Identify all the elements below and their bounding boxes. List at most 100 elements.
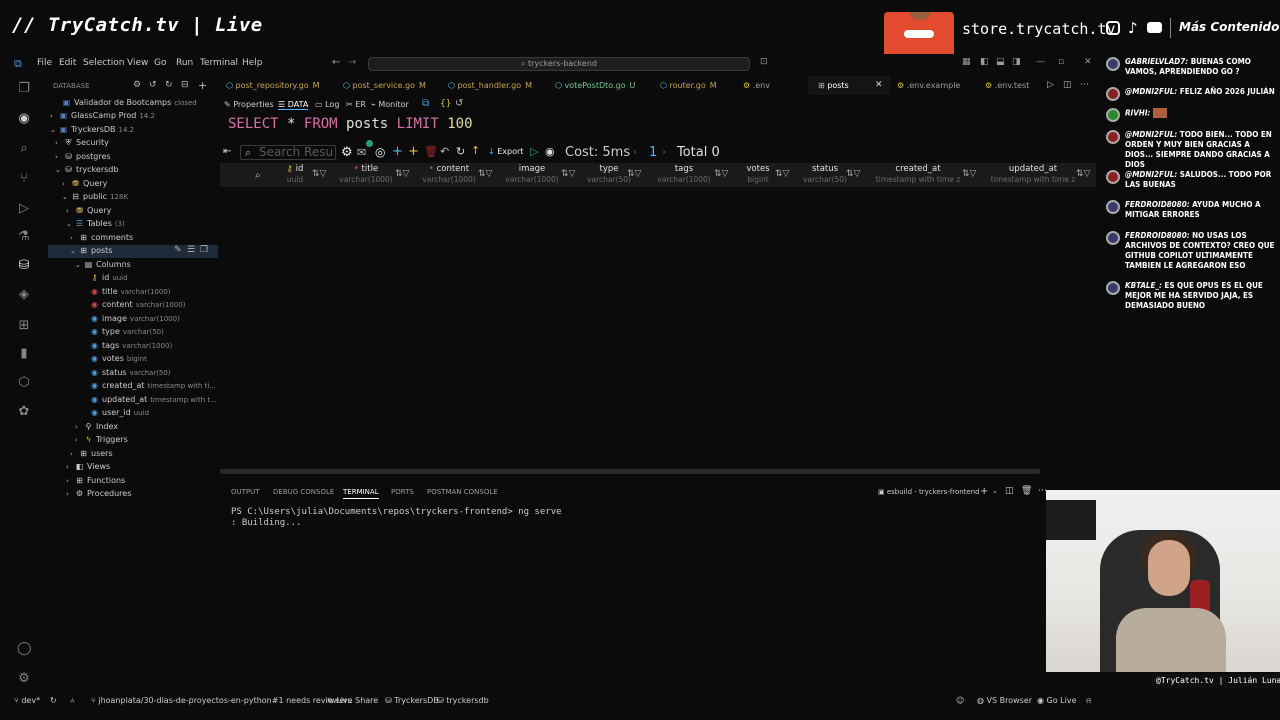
tree-item-query[interactable]: › ⛃ Query [62, 179, 107, 188]
new-terminal-icon[interactable]: + [980, 486, 988, 497]
column-updated-at[interactable]: ◉ updated_at timestamp with t... [90, 395, 217, 404]
tree-item-tryckersdb[interactable]: ⌄ ⛁ tryckersdb [55, 165, 118, 174]
tab-post-service[interactable]: ⬡ post_service.go M [343, 81, 426, 90]
sort-filter-icon[interactable]: ⇅▽ [962, 169, 976, 179]
status-go-live[interactable]: ◉ Go Live [1037, 696, 1077, 705]
tab-router[interactable]: ⬡ router.go M [660, 81, 717, 90]
minimize-icon[interactable]: — [1036, 57, 1045, 67]
panel-tab-terminal[interactable]: TERMINAL [343, 488, 379, 499]
column-header-updated-at[interactable]: updated_at timestamp with time z [987, 164, 1079, 184]
tree-item-index[interactable]: › ⚲ Index [75, 422, 118, 431]
column-content[interactable]: ◉ content varchar(1000) [90, 300, 186, 309]
column-title[interactable]: ◉ title varchar(1000) [90, 287, 171, 296]
tree-item-public-query[interactable]: › ⛃ Query [66, 206, 111, 215]
split-terminal-icon[interactable]: ◫ [1005, 486, 1014, 496]
split-editor-icon[interactable]: ◫ [1063, 80, 1072, 90]
source-control-icon[interactable]: ⑂ [17, 172, 31, 186]
column-header-type[interactable]: type varchar(50) [585, 164, 633, 184]
tree-item-validador[interactable]: ▣ Validador de Bootcamps closed [62, 98, 197, 107]
sort-filter-icon[interactable]: ⇅▽ [312, 169, 326, 179]
search-icon[interactable]: ⌕ [17, 142, 31, 156]
layout-icon[interactable]: ▦ [962, 57, 971, 67]
menu-view[interactable]: View [127, 58, 148, 68]
status-pull-request[interactable]: ⑂ jhoanplata/30-dias-de-proyectos-en-pyt… [91, 696, 352, 705]
settings-icon[interactable]: ⚙ [133, 80, 141, 90]
tree-item-columns[interactable]: ⌄ ▤ Columns [75, 260, 131, 269]
tab-posts[interactable]: ⊞ posts [818, 81, 849, 90]
tab-env-test[interactable]: ⚙ .env.test [985, 81, 1029, 90]
maximize-icon[interactable]: ▫ [1058, 57, 1064, 67]
container-icon[interactable]: ⬡ [17, 376, 31, 390]
panel-tab-debug-console[interactable]: DEBUG CONSOLE [273, 488, 334, 496]
layers-icon[interactable]: ◈ [17, 288, 31, 302]
undo-icon[interactable]: ↶ [440, 145, 449, 158]
notebook-icon[interactable]: ▮ [17, 347, 31, 361]
gear-icon[interactable]: ⚙ [17, 672, 31, 686]
tab-env[interactable]: ⚙ .env [743, 81, 770, 90]
delete-icon[interactable]: 🗑 [424, 145, 438, 158]
column-image[interactable]: ◉ image varchar(1000) [90, 314, 180, 323]
menu-run[interactable]: Run [176, 58, 193, 68]
tab-post-handler[interactable]: ⬡ post_handler.go M [448, 81, 532, 90]
eye-icon[interactable]: ◉ [545, 145, 555, 158]
column-type[interactable]: ◉ type varchar(50) [90, 327, 164, 336]
status-branch[interactable]: ⑂ dev* [14, 696, 40, 705]
run-icon[interactable]: ▷ [17, 202, 31, 216]
pull-request-icon[interactable]: ⑃ [70, 696, 75, 705]
column-tags[interactable]: ◉ tags varchar(1000) [90, 341, 172, 350]
column-header-id[interactable]: ⚷ id uuid [280, 164, 310, 184]
sort-filter-icon[interactable]: ⇅▽ [775, 169, 789, 179]
column-header-content[interactable]: • content varchar(1000) [419, 164, 479, 184]
sort-filter-icon[interactable]: ⇅▽ [1076, 169, 1090, 179]
forward-arrow-icon[interactable]: → [348, 57, 356, 68]
search-results-input[interactable]: ⌕ Search Resu [240, 145, 336, 160]
history-icon[interactable]: ↺ [149, 80, 157, 90]
menu-terminal[interactable]: Terminal [200, 58, 238, 68]
tab-env-example[interactable]: ⚙ .env.example [897, 81, 960, 90]
testing-icon[interactable]: ⚗ [17, 230, 31, 244]
edit-icon[interactable]: ✎ [174, 245, 182, 255]
refresh-icon[interactable]: ↻ [456, 145, 465, 158]
status-db-name[interactable]: ⛁ tryckersdb [437, 696, 489, 705]
tab-post-repository[interactable]: ⬡ post_repository.go M [226, 81, 320, 90]
collapse-icon[interactable]: ⊟ [181, 80, 189, 90]
history-icon[interactable]: ↺ [455, 98, 463, 109]
status-db-connection[interactable]: ⛁ TryckersDB [385, 696, 439, 705]
sort-filter-icon[interactable]: ⇅▽ [627, 169, 641, 179]
run-debug-icon[interactable]: ◉ [17, 112, 31, 126]
bell-icon[interactable]: ⍾ [1086, 696, 1091, 706]
terminal-session[interactable]: ▣ esbuild - tryckers-frontend [878, 488, 980, 496]
list-icon[interactable]: ☰ [187, 245, 195, 255]
refresh-icon[interactable]: ↻ [165, 80, 173, 90]
sort-filter-icon[interactable]: ⇅▽ [478, 169, 492, 179]
next-page-icon[interactable]: › [662, 145, 666, 158]
upload-icon[interactable]: ↑ [471, 144, 480, 157]
menu-help[interactable]: Help [242, 58, 263, 68]
menu-go[interactable]: Go [154, 58, 166, 68]
close-tab-icon[interactable]: ✕ [875, 80, 883, 90]
menu-edit[interactable]: Edit [59, 58, 76, 68]
column-header-image[interactable]: image varchar(1000) [502, 164, 562, 184]
panel-tab-output[interactable]: OUTPUT [231, 488, 260, 496]
account-icon[interactable]: ◯ [17, 642, 32, 656]
horizontal-scrollbar[interactable] [220, 469, 1040, 474]
settings-icon[interactable]: ⚙ [341, 145, 353, 160]
chevron-down-icon[interactable]: ⌄ [992, 487, 998, 495]
column-status[interactable]: ◉ status varchar(50) [90, 368, 171, 377]
json-icon[interactable]: {} [440, 99, 451, 109]
vscode-icon[interactable]: ⧉ [422, 98, 429, 109]
sql-query[interactable]: SELECT * FROM posts LIMIT 100 [228, 116, 473, 132]
database-icon[interactable]: ⛁ [17, 259, 31, 273]
column-header-title[interactable]: • title varchar(1000) [336, 164, 396, 184]
close-window-icon[interactable]: ✕ [1084, 57, 1092, 67]
menu-selection[interactable]: Selection [83, 58, 124, 68]
copilot-icon[interactable]: ⊡ [760, 57, 768, 67]
tree-item-tables[interactable]: ⌄ ☰ Tables (3) [66, 219, 125, 228]
tree-item-views[interactable]: › ◧ Views [66, 462, 110, 471]
sync-icon[interactable]: ↻ [50, 696, 57, 705]
trash-icon[interactable]: 🗑 [1021, 486, 1032, 496]
subtab-properties[interactable]: ✎ Properties [224, 100, 274, 109]
column-header-tags[interactable]: tags varchar(1000) [653, 164, 715, 184]
subtab-log[interactable]: ▭ Log [315, 100, 339, 109]
back-arrow-icon[interactable]: ← [332, 57, 340, 68]
